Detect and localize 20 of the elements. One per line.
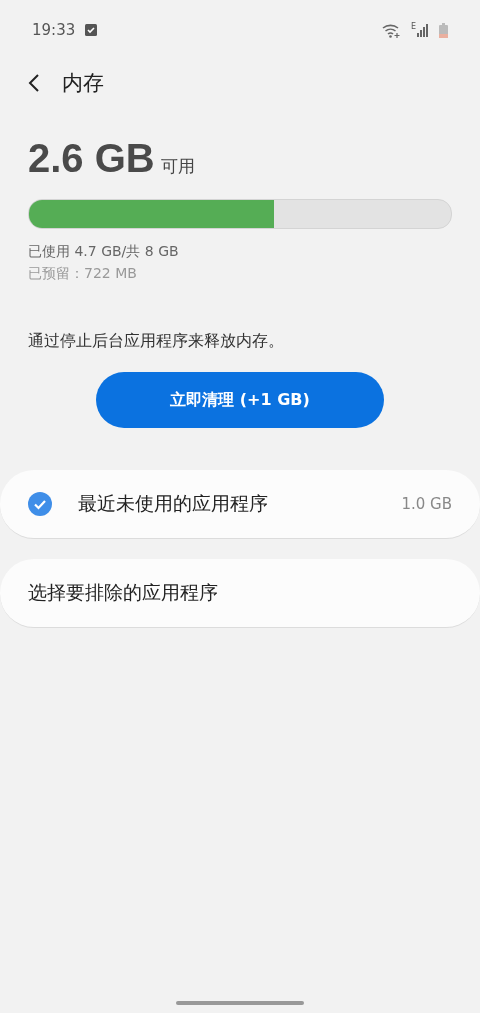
option-row[interactable]: 最近未使用的应用程序 1.0 GB	[0, 470, 480, 539]
description-text: 通过停止后台应用程序来释放内存。	[28, 331, 285, 352]
status-time: 19:33	[32, 21, 76, 39]
notification-icon	[85, 24, 98, 36]
checkbox-icon[interactable]	[28, 492, 52, 516]
signal-icon	[417, 23, 429, 37]
option-size: 1.0 GB	[401, 495, 452, 513]
used-memory-text: 已使用 4.7 GB/共 8 GB	[28, 243, 180, 261]
available-amount: 2.6 GB	[28, 136, 155, 181]
wifi-icon	[381, 22, 401, 38]
reserved-memory-text: 已预留：722 MB	[28, 265, 138, 283]
clean-now-button[interactable]: 立即清理 (+1 GB)	[96, 372, 384, 428]
available-label: 可用	[160, 155, 195, 178]
battery-icon	[439, 22, 448, 38]
option-label: 选择要排除的应用程序	[28, 580, 219, 605]
network-type: E	[410, 22, 416, 31]
option-label: 最近未使用的应用程序	[78, 491, 269, 516]
back-icon[interactable]	[28, 73, 40, 93]
option-row[interactable]: 选择要排除的应用程序	[0, 559, 480, 628]
page-title: 内存	[62, 70, 104, 97]
